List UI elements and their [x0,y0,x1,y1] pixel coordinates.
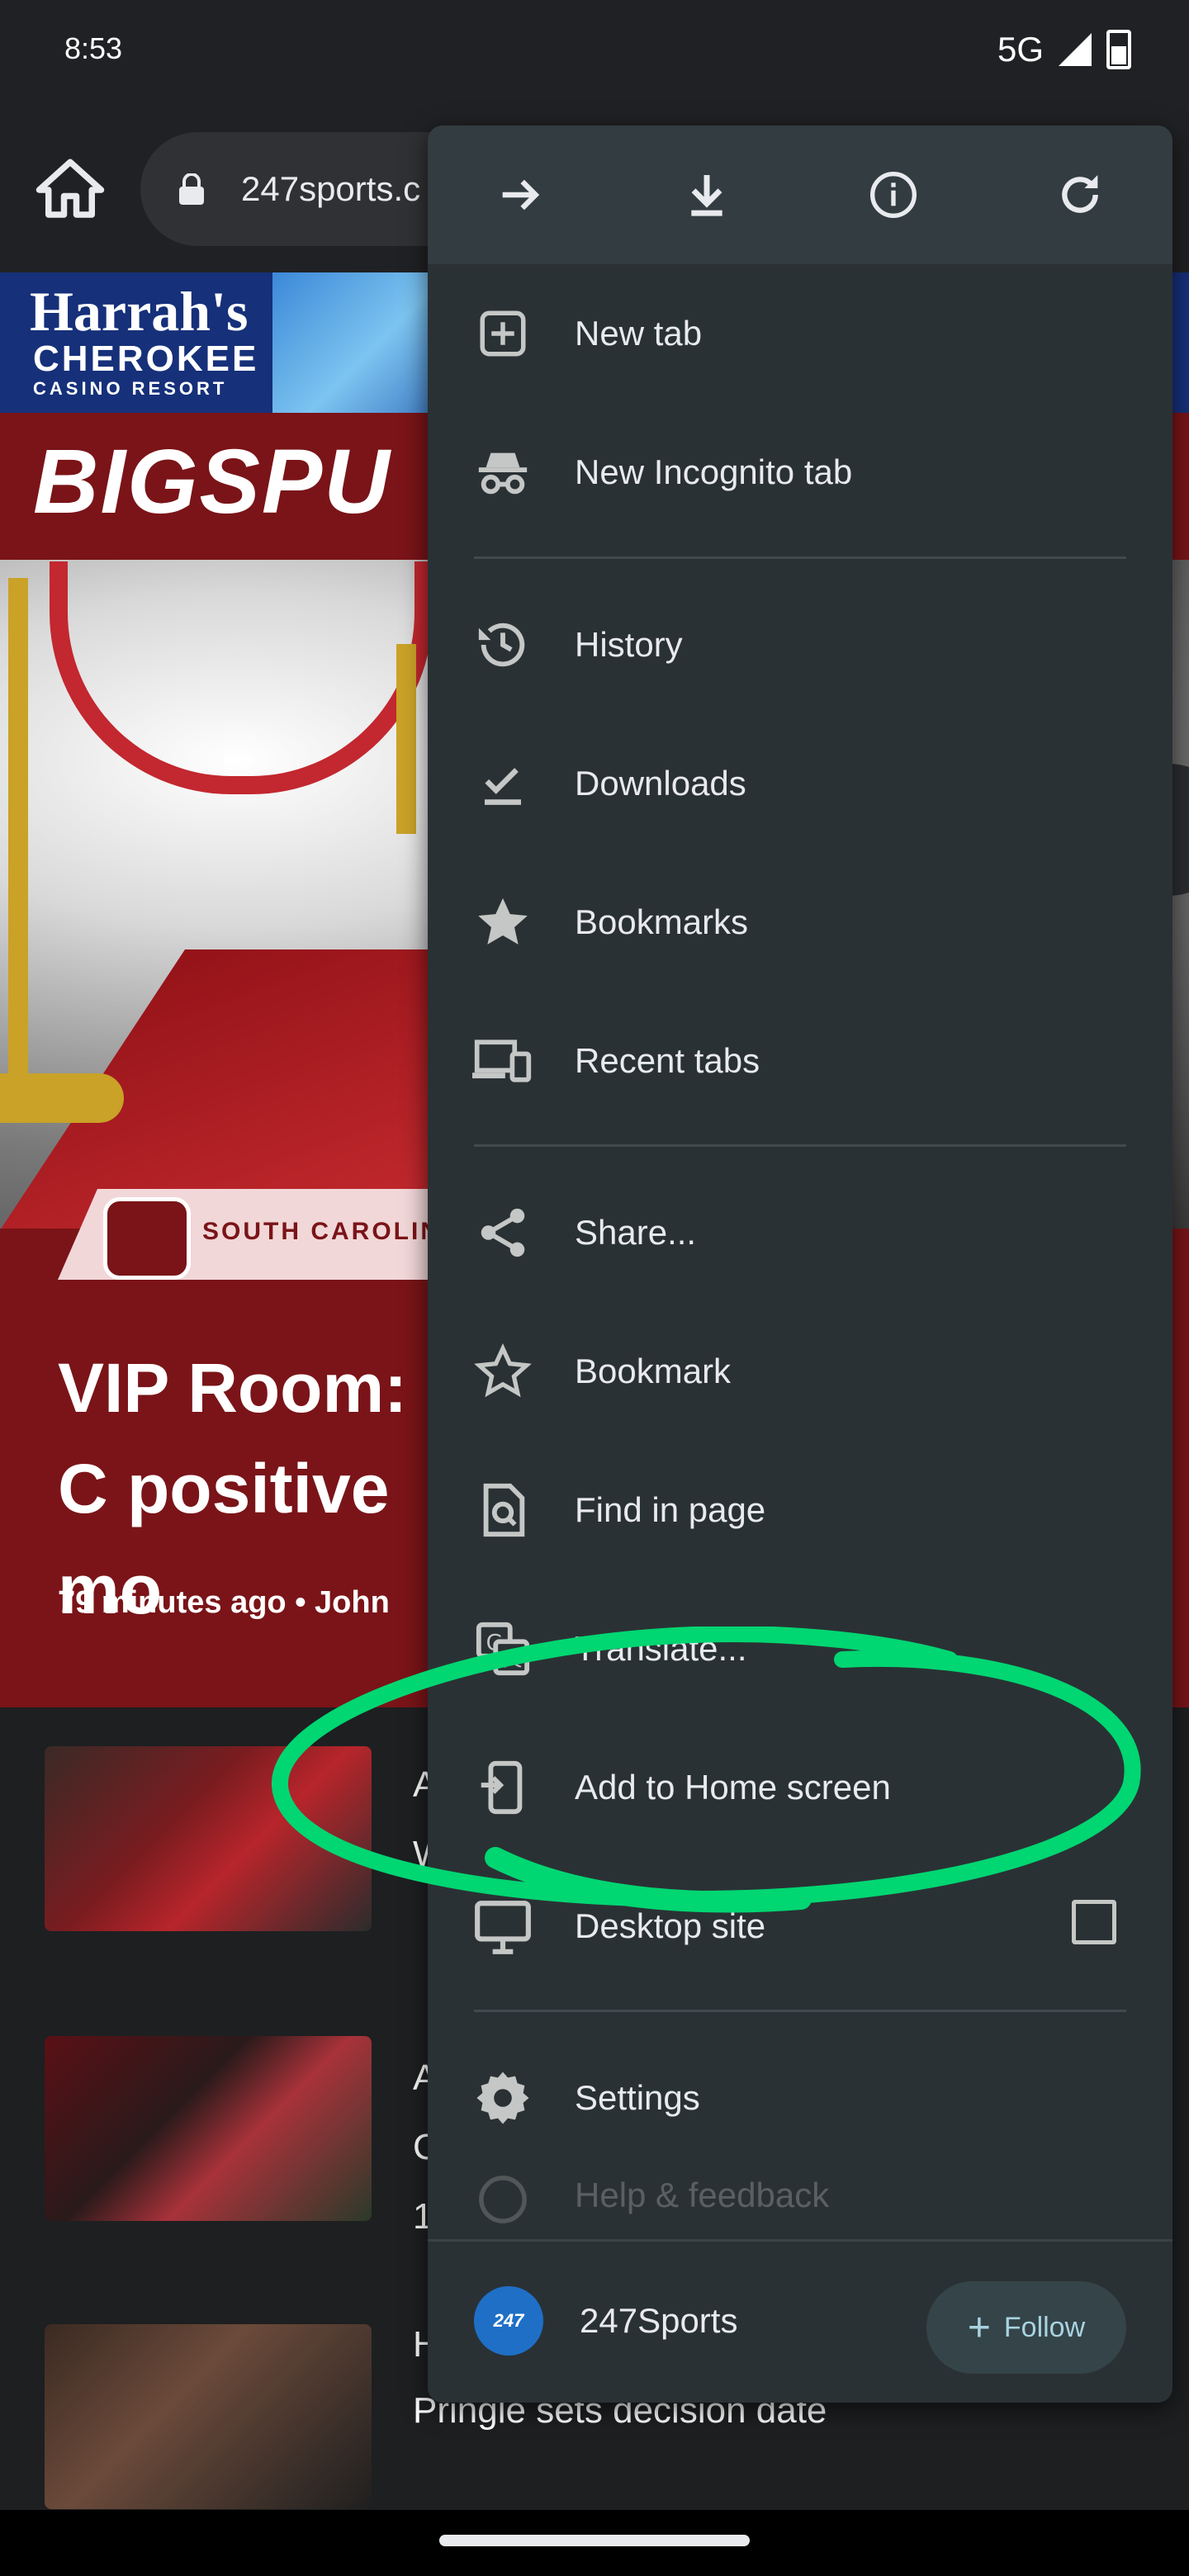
menu-item-label: Add to Home screen [575,1768,891,1807]
share-icon [472,1202,533,1263]
settings-icon [472,2067,533,2129]
list-item-thumbnail[interactable] [45,1746,372,1931]
list-item-thumbnail[interactable] [45,2324,372,2509]
ad-subtitle: CHEROKEE [33,339,259,379]
stanchion-post [8,578,28,1090]
article-byline: 79 minutes ago • John [58,1585,390,1620]
menu-item-desktop-site[interactable]: Desktop site [428,1857,1172,1996]
desktop-icon [472,1896,533,1957]
battery-icon [1106,30,1131,69]
menu-item-history[interactable]: History [428,575,1172,714]
incognito-icon [472,442,533,503]
menu-item-find-in-page[interactable]: Find in page [428,1441,1172,1579]
menu-item-label: Find in page [575,1490,766,1529]
stanchion-base [0,1073,124,1123]
ad-caption: CASINO RESORT [33,378,228,399]
follow-label: Follow [1003,2311,1086,2343]
home-icon[interactable] [33,153,107,227]
menu-item-add-to-home-screen[interactable]: Add to Home screen [428,1718,1172,1857]
menu-item-label: Bookmarks [575,902,749,941]
menu-item-label: History [575,625,683,664]
menu-item-bookmarks[interactable]: Bookmarks [428,853,1172,992]
site-logo-text[interactable]: BIGSPU [33,429,391,534]
team-logo-icon [103,1197,191,1280]
menu-item-label: Help & feedback [575,2176,830,2214]
menu-divider [474,1144,1126,1147]
svg-text:文: 文 [503,1647,522,1670]
menu-item-bookmark[interactable]: Bookmark [428,1302,1172,1441]
team-tag-label: SOUTH CAROLIN [202,1218,441,1245]
site-name: 247Sports [580,2301,738,2340]
bookmark-star-icon [472,1341,533,1402]
menu-site-footer: 247 247Sports + Follow [428,2239,1172,2403]
menu-item-new-incognito-tab[interactable]: New Incognito tab [428,403,1172,542]
plus-icon: + [967,2305,991,2350]
forward-icon[interactable] [487,162,553,228]
downloads-icon [472,753,533,814]
ad-title: Harrah's [30,280,249,343]
network-label: 5G [997,30,1044,69]
translate-icon: G文 [472,1618,533,1679]
recent-tabs-icon [472,1030,533,1091]
browser-overflow-menu: New tab New Incognito tab History Downlo… [428,125,1172,2403]
menu-action-row [428,125,1172,264]
status-time: 8:53 [64,31,123,65]
add-home-icon [472,1757,533,1818]
lock-icon [178,173,206,206]
menu-item-label: New Incognito tab [575,452,853,491]
menu-item-share[interactable]: Share... [428,1163,1172,1302]
menu-item-label: Share... [575,1213,697,1252]
follow-button[interactable]: + Follow [926,2281,1126,2374]
new-tab-icon [472,303,533,364]
menu-item-label: Desktop site [575,1906,766,1945]
menu-divider [474,556,1126,559]
home-gesture-pill[interactable] [439,2535,750,2546]
status-icons: 5G [997,30,1131,69]
menu-item-downloads[interactable]: Downloads [428,714,1172,853]
menu-item-new-tab[interactable]: New tab [428,264,1172,403]
menu-item-translate[interactable]: G文 Translate... [428,1579,1172,1718]
menu-item-label: Downloads [575,764,746,803]
menu-item-help-feedback[interactable]: Help & feedback [428,2152,1172,2243]
history-icon [472,614,533,675]
menu-item-label: Bookmark [575,1352,732,1390]
stanchion-post [396,644,416,834]
bookmarks-icon [472,892,533,953]
refresh-icon[interactable] [1047,162,1113,228]
menu-item-label: Settings [575,2078,700,2117]
info-icon[interactable] [860,162,926,228]
list-item-thumbnail[interactable] [45,2036,372,2221]
help-icon [472,2169,533,2230]
find-icon [472,1480,533,1541]
menu-item-label: New tab [575,314,703,353]
menu-item-label: Recent tabs [575,1041,760,1080]
desktop-site-checkbox[interactable] [1072,1900,1116,1944]
menu-item-recent-tabs[interactable]: Recent tabs [428,992,1172,1130]
menu-divider [474,2010,1126,2012]
signal-icon [1059,33,1092,66]
menu-item-settings[interactable]: Settings [428,2029,1172,2167]
download-icon[interactable] [674,162,740,228]
url-text: 247sports.c [241,169,421,208]
menu-item-label: Translate... [575,1629,747,1668]
site-favicon: 247 [474,2286,543,2356]
